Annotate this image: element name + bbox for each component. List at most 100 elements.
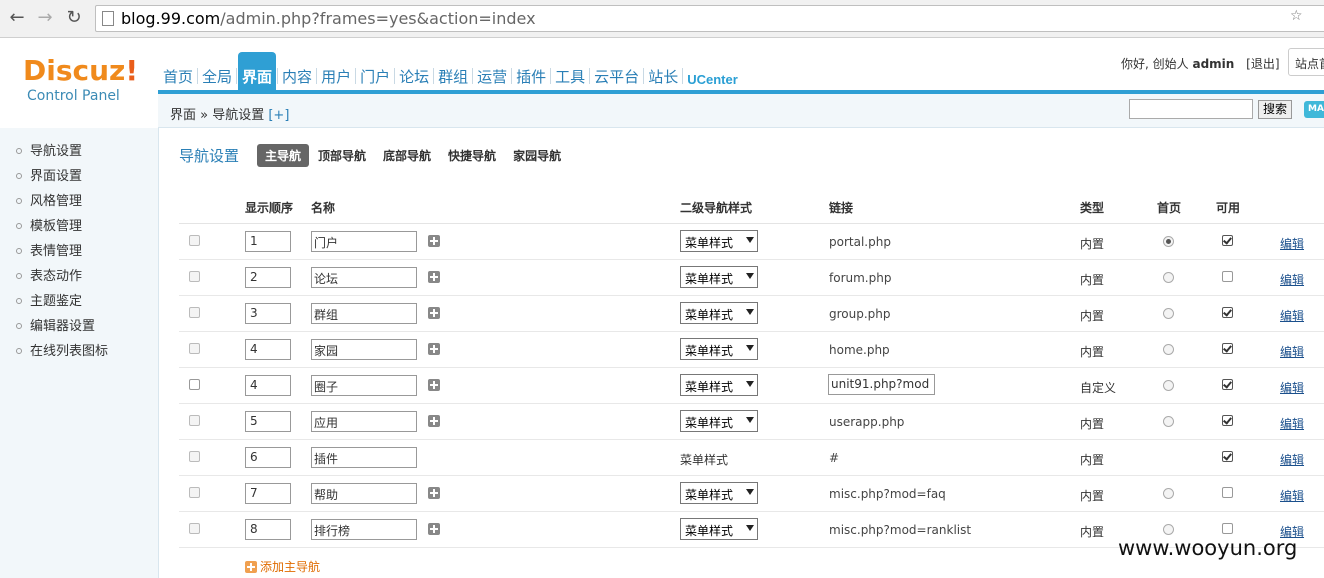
nav-item-5[interactable]: 门户: [357, 52, 393, 92]
nav-item-3[interactable]: 内容: [279, 52, 315, 92]
delete-checkbox[interactable]: [189, 415, 200, 426]
order-input[interactable]: 4: [245, 375, 291, 396]
edit-link[interactable]: 编辑: [1280, 307, 1304, 324]
add-sub-nav-icon[interactable]: [428, 415, 440, 427]
enabled-checkbox[interactable]: [1222, 451, 1233, 462]
tab-nav-type[interactable]: 快捷导航: [440, 144, 504, 167]
edit-link[interactable]: 编辑: [1280, 343, 1304, 360]
name-input[interactable]: 排行榜: [311, 519, 417, 540]
order-input[interactable]: 2: [245, 267, 291, 288]
add-sub-nav-icon[interactable]: [428, 523, 440, 535]
address-bar[interactable]: blog.99.com/admin.php?frames=yes&action=…: [95, 5, 1324, 32]
add-sub-nav-icon[interactable]: [428, 379, 440, 391]
delete-checkbox[interactable]: [189, 451, 200, 462]
delete-checkbox[interactable]: [189, 235, 200, 246]
nav-item-11[interactable]: 云平台: [591, 52, 642, 92]
order-input[interactable]: 3: [245, 303, 291, 324]
search-button[interactable]: 搜索: [1258, 100, 1292, 119]
order-input[interactable]: 7: [245, 483, 291, 504]
logout-link[interactable]: [退出]: [1246, 57, 1279, 71]
nav-item-9[interactable]: 插件: [513, 52, 549, 92]
home-radio[interactable]: [1163, 380, 1174, 391]
edit-link[interactable]: 编辑: [1280, 451, 1304, 468]
order-input[interactable]: 1: [245, 231, 291, 252]
back-arrow-icon[interactable]: ←: [6, 7, 28, 29]
delete-checkbox[interactable]: [189, 343, 200, 354]
reload-icon[interactable]: ↻: [63, 7, 85, 29]
enabled-checkbox[interactable]: [1222, 343, 1233, 354]
add-sub-nav-icon[interactable]: [428, 487, 440, 499]
discuz-logo[interactable]: Discuz!: [23, 54, 138, 87]
nav-item-8[interactable]: 运营: [474, 52, 510, 92]
bookmark-star-icon[interactable]: ☆: [1290, 8, 1303, 24]
add-sub-nav-icon[interactable]: [428, 343, 440, 355]
home-radio[interactable]: [1163, 416, 1174, 427]
enabled-checkbox[interactable]: [1222, 487, 1233, 498]
home-radio[interactable]: [1163, 488, 1174, 499]
sidebar-item[interactable]: 在线列表图标: [0, 343, 158, 368]
sidebar-item[interactable]: 模板管理: [0, 218, 158, 243]
order-input[interactable]: 8: [245, 519, 291, 540]
sub-style-select[interactable]: 菜单样式: [680, 518, 758, 540]
enabled-checkbox[interactable]: [1222, 415, 1233, 426]
add-shortcut-link[interactable]: [+]: [268, 108, 289, 123]
add-sub-nav-icon[interactable]: [428, 307, 440, 319]
sidebar-item[interactable]: 表情管理: [0, 243, 158, 268]
home-radio[interactable]: [1163, 308, 1174, 319]
home-radio[interactable]: [1163, 344, 1174, 355]
home-radio[interactable]: [1163, 236, 1174, 247]
edit-link[interactable]: 编辑: [1280, 235, 1304, 252]
add-main-nav-link[interactable]: 添加主导航: [245, 558, 320, 575]
nav-item-10[interactable]: 工具: [552, 52, 588, 92]
tab-nav-type[interactable]: 顶部导航: [310, 144, 374, 167]
tab-nav-type[interactable]: 主导航: [257, 144, 310, 167]
sub-style-select[interactable]: 菜单样式: [680, 266, 758, 288]
sub-style-select[interactable]: 菜单样式: [680, 230, 758, 252]
nav-item-6[interactable]: 论坛: [396, 52, 432, 92]
sidebar-item[interactable]: 编辑器设置: [0, 318, 158, 343]
link-input[interactable]: unit91.php?mod: [828, 374, 935, 395]
edit-link[interactable]: 编辑: [1280, 271, 1304, 288]
name-input[interactable]: 家园: [311, 339, 417, 360]
add-sub-nav-icon[interactable]: [428, 235, 440, 247]
nav-item-0[interactable]: 首页: [160, 52, 196, 92]
nav-item-2[interactable]: 界面: [238, 52, 277, 92]
order-input[interactable]: 6: [245, 447, 291, 468]
name-input[interactable]: 插件: [311, 447, 417, 468]
name-input[interactable]: 门户: [311, 231, 417, 252]
search-input[interactable]: [1129, 99, 1253, 119]
enabled-checkbox[interactable]: [1222, 307, 1233, 318]
sub-style-select[interactable]: 菜单样式: [680, 410, 758, 432]
tab-nav-type[interactable]: 家园导航: [505, 144, 569, 167]
enabled-checkbox[interactable]: [1222, 271, 1233, 282]
nav-item-12[interactable]: 站长: [645, 52, 681, 92]
sidebar-item[interactable]: 界面设置: [0, 168, 158, 193]
delete-checkbox[interactable]: [189, 307, 200, 318]
name-input[interactable]: 帮助: [311, 483, 417, 504]
sidebar-item[interactable]: 导航设置: [0, 143, 158, 168]
forward-arrow-icon[interactable]: →: [34, 7, 56, 29]
delete-checkbox[interactable]: [189, 487, 200, 498]
name-input[interactable]: 群组: [311, 303, 417, 324]
sub-style-select[interactable]: 菜单样式: [680, 302, 758, 324]
delete-checkbox[interactable]: [189, 523, 200, 534]
nav-item-4[interactable]: 用户: [318, 52, 354, 92]
name-input[interactable]: 论坛: [311, 267, 417, 288]
nav-item-13[interactable]: UCenter: [684, 52, 741, 92]
sub-style-select[interactable]: 菜单样式: [680, 338, 758, 360]
tab-nav-type[interactable]: 底部导航: [375, 144, 439, 167]
site-home-button[interactable]: 站点首页: [1288, 48, 1324, 76]
sidebar-item[interactable]: 风格管理: [0, 193, 158, 218]
edit-link[interactable]: 编辑: [1280, 379, 1304, 396]
enabled-checkbox[interactable]: [1222, 523, 1233, 534]
sidebar-item[interactable]: 表态动作: [0, 268, 158, 293]
order-input[interactable]: 4: [245, 339, 291, 360]
edit-link[interactable]: 编辑: [1280, 415, 1304, 432]
nav-item-7[interactable]: 群组: [435, 52, 471, 92]
home-radio[interactable]: [1163, 272, 1174, 283]
enabled-checkbox[interactable]: [1222, 235, 1233, 246]
delete-checkbox[interactable]: [189, 271, 200, 282]
order-input[interactable]: 5: [245, 411, 291, 432]
delete-checkbox[interactable]: [189, 379, 200, 390]
nav-item-1[interactable]: 全局: [199, 52, 235, 92]
